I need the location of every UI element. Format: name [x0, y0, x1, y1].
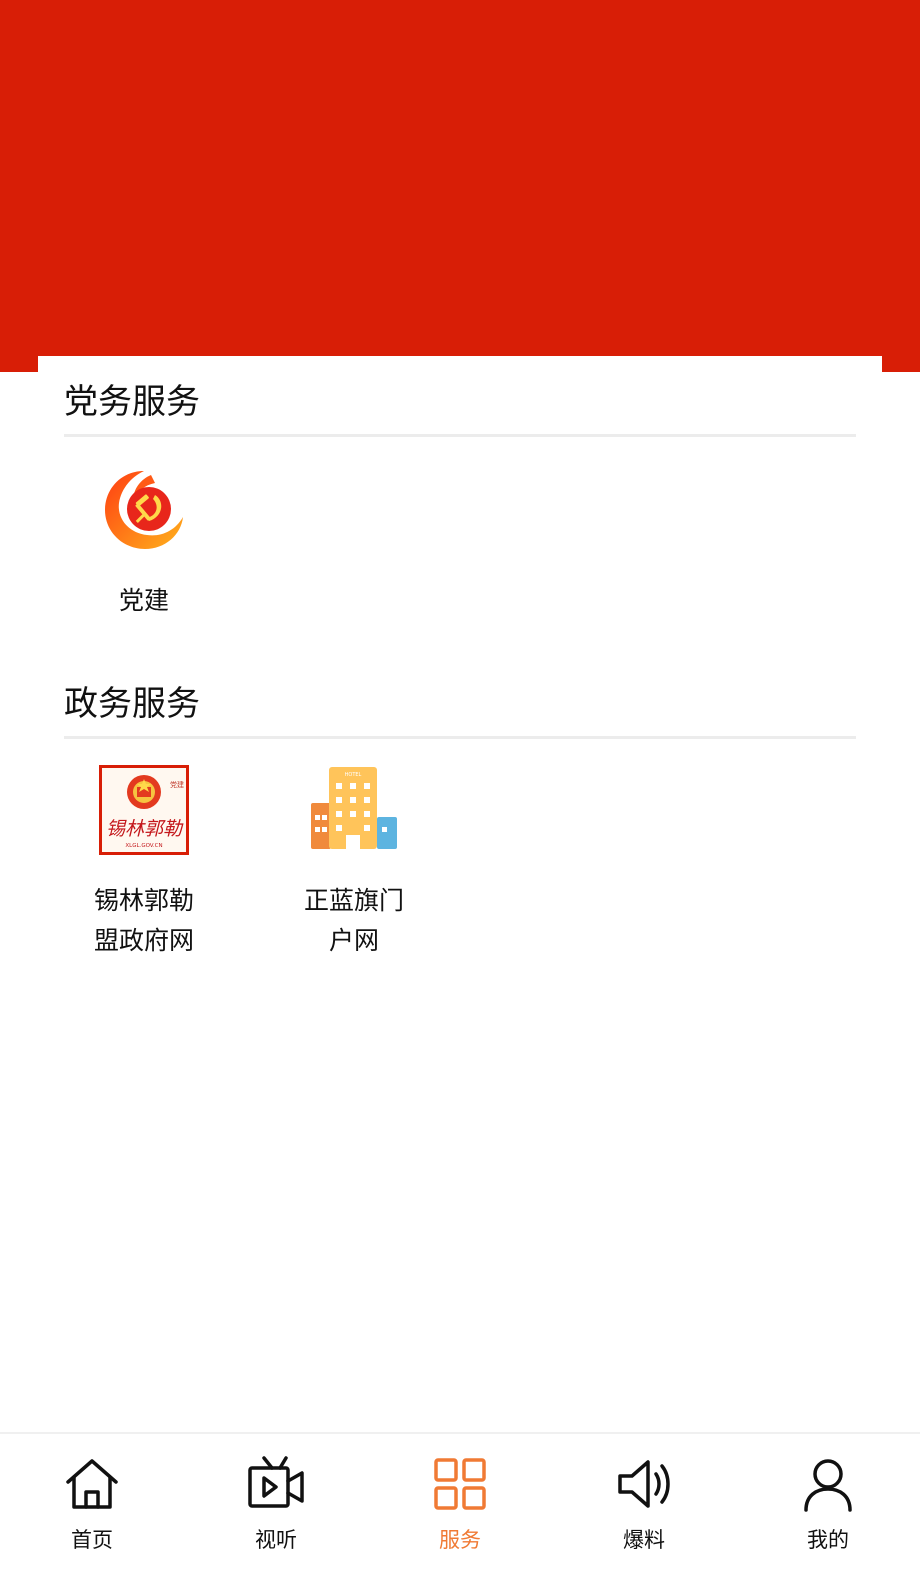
section-party-services: 党务服务 党建	[64, 382, 856, 657]
seal-domain: XLGL.GOV.CN	[125, 843, 162, 849]
user-icon	[804, 1459, 852, 1512]
tab-label: 首页	[71, 1528, 113, 1552]
home-icon	[66, 1459, 118, 1509]
speaker-icon	[618, 1460, 670, 1508]
seal-calligraphy: 锡林郭勒	[106, 818, 184, 840]
tab-profile[interactable]: 我的	[736, 1434, 920, 1574]
service-label: 党建	[118, 586, 169, 615]
section-title: 政务服务	[64, 684, 856, 739]
building-icon: HOTEL	[311, 767, 397, 849]
seal-stamp-text: 党建	[170, 780, 184, 789]
government-seal-icon: 党建 锡林郭勒 XLGL.GOV.CN	[99, 765, 189, 855]
tab-label: 我的	[807, 1528, 849, 1552]
hotel-sign: HOTEL	[345, 772, 362, 778]
tab-label: 爆料	[623, 1528, 665, 1552]
tab-label: 服务	[439, 1528, 481, 1552]
section-title: 党务服务	[64, 382, 856, 437]
service-label: 正蓝旗门户网	[303, 886, 404, 955]
grid-icon	[434, 1458, 486, 1510]
party-emblem-icon	[105, 471, 183, 549]
service-xilingol-government[interactable]: 党建 锡林郭勒 XLGL.GOV.CN 锡林郭勒盟政府网	[64, 765, 224, 961]
service-grid: 党建	[64, 437, 856, 657]
service-grid: 党建 锡林郭勒 XLGL.GOV.CN 锡林郭勒盟政府网 HOTEL 正蓝旗门户…	[64, 739, 856, 959]
tab-tips[interactable]: 爆料	[552, 1434, 736, 1574]
tab-home[interactable]: 首页	[0, 1434, 184, 1574]
tab-label: 视听	[255, 1528, 297, 1552]
tab-media[interactable]: 视听	[184, 1434, 368, 1574]
header-banner	[0, 0, 920, 372]
section-government-services: 政务服务 党建 锡林郭勒 XLGL.GOV.CN 锡林郭勒盟政府网 HOTEL	[64, 684, 856, 959]
service-party-building[interactable]: 党建	[64, 465, 224, 621]
bottom-tab-bar: 首页 视听 服务 爆料 我的	[0, 1432, 920, 1574]
service-zhenglan-portal[interactable]: HOTEL 正蓝旗门户网	[274, 765, 434, 961]
service-label: 锡林郭勒盟政府网	[93, 886, 194, 955]
tv-icon	[248, 1456, 304, 1508]
tab-services[interactable]: 服务	[368, 1434, 552, 1574]
